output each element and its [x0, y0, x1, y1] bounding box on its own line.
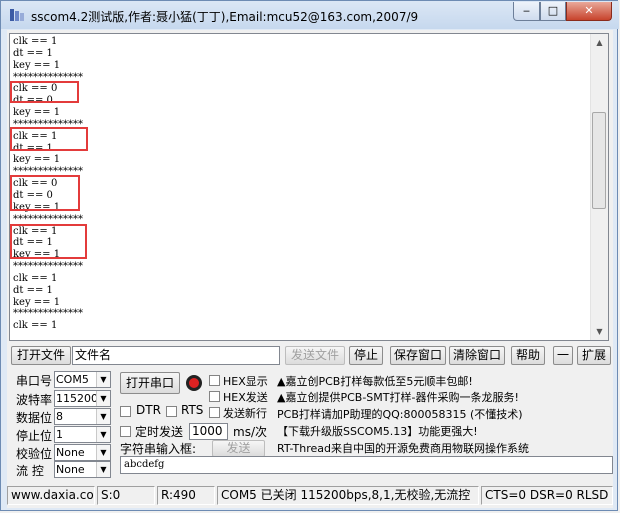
status-signals: CTS=0 DSR=0 RLSD — [481, 486, 613, 505]
open-port-button[interactable]: 打开串口 — [120, 372, 180, 394]
hex-send-checkbox[interactable] — [209, 391, 220, 402]
databits-select[interactable]: 8 ▼ — [54, 408, 111, 425]
app-window: sscom4.2测试版,作者:聂小猛(丁丁),Email:mcu52@163.c… — [0, 0, 619, 511]
string-input-label: 字符串输入框: — [120, 442, 197, 456]
databits-value: 8 — [56, 410, 63, 423]
highlight-box — [10, 127, 88, 151]
scroll-up-arrow-icon[interactable]: ▲ — [591, 34, 608, 51]
file-name-field[interactable]: 文件名 — [72, 346, 280, 365]
receive-line: clk == 1 — [13, 272, 58, 284]
receive-line: key == 1 — [13, 154, 61, 166]
stop-button[interactable]: 停止 — [349, 346, 383, 365]
parity-value: None — [56, 446, 85, 459]
ad-line[interactable]: PCB打样请加P助理的QQ:800058315 (不懂技术) — [277, 406, 523, 422]
chevron-down-icon[interactable]: ▼ — [96, 445, 110, 460]
chevron-down-icon[interactable]: ▼ — [96, 372, 110, 387]
receive-line: dt == 1 — [13, 47, 53, 59]
port-select[interactable]: COM5 ▼ — [54, 371, 111, 388]
parity-label: 校验位 — [16, 447, 53, 461]
port-status-indicator-icon — [186, 375, 202, 391]
maximize-button[interactable]: □ — [540, 2, 566, 21]
receive-textarea[interactable]: clk == 1 dt == 1 key == 1 ************** clk… — [9, 33, 609, 341]
scroll-down-arrow-icon[interactable]: ▼ — [591, 323, 608, 340]
chevron-down-icon[interactable]: ▼ — [96, 409, 110, 424]
open-file-button[interactable]: 打开文件 — [11, 346, 71, 365]
receive-line: dt == 1 — [13, 284, 53, 296]
send-newline-checkbox[interactable] — [209, 407, 220, 418]
ad-line[interactable]: 【下载升级版SSCOM5.13】功能更强大! — [277, 423, 478, 439]
baud-label: 波特率 — [16, 393, 53, 407]
receive-line: ************** — [13, 261, 83, 273]
hex-display-label: HEX显示 — [223, 375, 268, 388]
clear-window-button[interactable]: 清除窗口 — [449, 346, 505, 365]
stopbits-label: 停止位 — [16, 429, 53, 443]
ad-line[interactable]: ▲嘉立创PCB打样每款低至5元顺丰包邮! — [277, 373, 473, 389]
client-area: clk == 1 dt == 1 key == 1 ************** clk… — [7, 30, 613, 508]
send-file-button[interactable]: 发送文件 — [285, 346, 345, 365]
timed-send-checkbox[interactable] — [120, 426, 131, 437]
status-bar: www.daxia.cor S:0 R:490 COM5 已关闭 115200b… — [7, 486, 613, 506]
save-window-button[interactable]: 保存窗口 — [390, 346, 446, 365]
status-sent-count: S:0 — [97, 486, 155, 505]
status-port-state: COM5 已关闭 115200bps,8,1,无校验,无流控 — [217, 486, 479, 505]
interval-unit-label: ms/次 — [233, 425, 267, 439]
close-button[interactable]: ✕ — [566, 2, 612, 21]
baud-value: 115200 — [56, 392, 98, 405]
title-bar[interactable]: sscom4.2测试版,作者:聂小猛(丁丁),Email:mcu52@163.c… — [1, 1, 619, 29]
databits-label: 数据位 — [16, 411, 53, 425]
flow-value: None — [56, 463, 85, 476]
receive-line: ************** — [13, 308, 83, 320]
chevron-down-icon[interactable]: ▼ — [96, 462, 110, 477]
receive-line: key == 1 — [13, 296, 61, 308]
status-site[interactable]: www.daxia.cor — [7, 486, 95, 505]
receive-line: key == 1 — [13, 107, 61, 119]
stopbits-value: 1 — [56, 428, 63, 441]
highlight-box — [10, 175, 80, 211]
chevron-down-icon[interactable]: ▼ — [96, 427, 110, 442]
vertical-scrollbar[interactable]: ▲ ▼ — [590, 34, 608, 340]
receive-line: clk == 1 — [13, 320, 58, 332]
port-value: COM5 — [56, 373, 89, 386]
scrollbar-thumb[interactable] — [592, 112, 606, 209]
chevron-down-icon[interactable]: ▼ — [96, 391, 110, 406]
timed-send-label: 定时发送 — [135, 425, 184, 439]
send-newline-label: 发送新行 — [223, 407, 267, 420]
baud-select[interactable]: 115200 ▼ — [54, 390, 111, 407]
rts-label: RTS — [181, 403, 204, 417]
dtr-label: DTR — [136, 403, 161, 417]
interval-input[interactable]: 1000 — [189, 423, 228, 440]
receive-line: key == 1 — [13, 59, 61, 71]
highlight-box — [10, 224, 87, 259]
receive-line: clk == 1 — [13, 36, 58, 47]
send-button[interactable]: 发送 — [212, 440, 265, 457]
stopbits-select[interactable]: 1 ▼ — [54, 426, 111, 443]
ad-line[interactable]: RT-Thread来自中国的开源免费商用物联网操作系统 — [277, 440, 529, 456]
minimize-button[interactable]: ‒ — [513, 2, 540, 21]
status-received-count: R:490 — [157, 486, 215, 505]
flow-label: 流 控 — [16, 464, 44, 478]
hex-send-label: HEX发送 — [223, 391, 268, 404]
help-button[interactable]: 帮助 — [511, 346, 545, 365]
window-title: sscom4.2测试版,作者:聂小猛(丁丁),Email:mcu52@163.c… — [31, 10, 419, 24]
highlight-box — [10, 81, 79, 103]
collapse-button[interactable]: 一 — [553, 346, 573, 365]
flow-select[interactable]: None ▼ — [54, 461, 111, 478]
expand-button[interactable]: 扩展 — [577, 346, 611, 365]
parity-select[interactable]: None ▼ — [54, 444, 111, 461]
port-label: 串口号 — [16, 374, 53, 388]
rts-checkbox[interactable] — [166, 406, 177, 417]
ad-line[interactable]: ▲嘉立创提供PCB-SMT打样-器件采购一条龙服务! — [277, 389, 519, 405]
sscom-app-icon — [10, 9, 24, 21]
send-text-input[interactable]: abcdefg — [120, 456, 613, 474]
hex-display-checkbox[interactable] — [209, 375, 220, 386]
dtr-checkbox[interactable] — [120, 406, 131, 417]
